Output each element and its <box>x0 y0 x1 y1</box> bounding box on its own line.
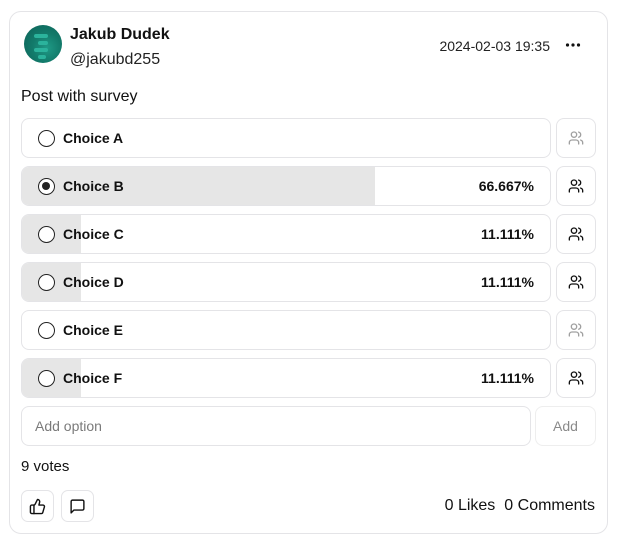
option-percent: 11.111% <box>481 226 534 242</box>
post-timestamp: 2024-02-03 19:35 <box>439 38 550 54</box>
thumbs-up-icon <box>29 498 46 514</box>
option-label: Choice A <box>63 130 124 146</box>
like-button[interactable] <box>21 490 54 522</box>
show-voters-button[interactable] <box>556 166 596 206</box>
show-voters-button[interactable] <box>556 358 596 398</box>
show-voters-button[interactable] <box>556 262 596 302</box>
option-label: Choice D <box>63 274 124 290</box>
show-voters-button[interactable] <box>556 118 596 158</box>
option-label: Choice F <box>63 370 123 386</box>
survey-option[interactable]: Choice A <box>21 118 551 158</box>
add-option-button[interactable]: Add <box>535 406 596 446</box>
option-percent: 11.111% <box>481 370 534 386</box>
message-square-icon <box>70 498 85 514</box>
comments-count[interactable]: 0 Comments <box>504 497 595 514</box>
comment-button[interactable] <box>61 490 94 522</box>
survey-option[interactable]: Choice D 11.111% <box>21 262 551 302</box>
option-radio[interactable] <box>38 322 55 339</box>
post-stats: 0 Likes 0 Comments <box>445 497 595 515</box>
survey-option[interactable]: Choice F 11.111% <box>21 358 551 398</box>
option-label: Choice B <box>63 178 124 194</box>
option-radio[interactable] <box>38 274 55 291</box>
survey-option[interactable]: Choice E <box>21 310 551 350</box>
author-handle[interactable]: @jakubd255 <box>70 51 160 69</box>
option-radio[interactable] <box>38 226 55 243</box>
add-option-input[interactable] <box>21 406 531 446</box>
show-voters-button[interactable] <box>556 214 596 254</box>
users-icon <box>568 131 584 145</box>
post-card: Jakub Dudek @jakubd255 2024-02-03 19:35 … <box>9 11 608 534</box>
survey-option[interactable]: Choice C 11.111% <box>21 214 551 254</box>
option-label: Choice E <box>63 322 123 338</box>
likes-count[interactable]: 0 Likes <box>445 497 496 514</box>
option-radio[interactable] <box>38 178 55 195</box>
post-text: Post with survey <box>21 88 138 105</box>
show-voters-button[interactable] <box>556 310 596 350</box>
author-name[interactable]: Jakub Dudek <box>70 26 170 44</box>
survey-option[interactable]: Choice B 66.667% <box>21 166 551 206</box>
option-percent: 11.111% <box>481 274 534 290</box>
users-icon <box>568 323 584 337</box>
users-icon <box>568 179 584 193</box>
option-radio[interactable] <box>38 130 55 147</box>
option-label: Choice C <box>63 226 124 242</box>
more-horizontal-icon <box>565 43 581 47</box>
post-header: Jakub Dudek @jakubd255 2024-02-03 19:35 <box>22 24 595 74</box>
users-icon <box>568 227 584 241</box>
more-options-button[interactable] <box>563 35 583 55</box>
votes-count: 9 votes <box>21 458 70 475</box>
option-radio[interactable] <box>38 370 55 387</box>
users-icon <box>568 275 584 289</box>
users-icon <box>568 371 584 385</box>
avatar[interactable] <box>24 25 62 63</box>
option-percent: 66.667% <box>478 178 534 194</box>
